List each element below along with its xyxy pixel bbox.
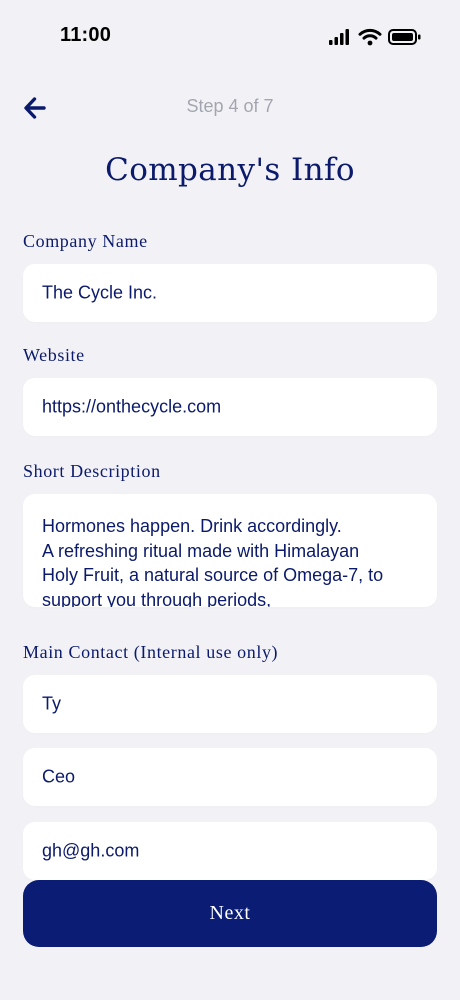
company-name-label: Company Name [23,231,148,251]
status-bar: 11:00 [0,0,460,70]
status-icons [328,27,422,47]
contact-title-value: Ceo [42,766,76,787]
battery-icon [388,29,421,45]
contact-email-input[interactable]: gh@gh.com [23,822,437,880]
contact-name-value: Ty [42,693,62,714]
short-description-textarea[interactable]: Hormones happen. Drink accordingly. A re… [23,494,437,607]
next-button[interactable]: Next [23,880,437,947]
website-label: Website [23,345,85,365]
contact-title-input[interactable]: Ceo [23,748,437,806]
website-input[interactable]: https://onthecycle.com [23,378,437,436]
company-name-input[interactable]: The Cycle Inc. [23,264,437,322]
contact-email-value: gh@gh.com [42,840,140,861]
contact-name-input[interactable]: Ty [23,675,437,733]
wifi-icon [358,28,382,46]
company-name-value: The Cycle Inc. [42,282,158,303]
main-contact-label: Main Contact (Internal use only) [23,642,279,662]
status-time: 11:00 [60,24,112,46]
short-description-label: Short Description [23,461,161,481]
short-description-value: Hormones happen. Drink accordingly. A re… [42,516,384,607]
step-indicator: Step 4 of 7 [186,96,274,116]
page-title: Company's Info [105,152,355,188]
website-value: https://onthecycle.com [42,396,222,417]
company-info-screen: 11:00 Step 4 of 7 Company's Info Company… [0,0,460,1000]
signal-icon [329,29,349,45]
